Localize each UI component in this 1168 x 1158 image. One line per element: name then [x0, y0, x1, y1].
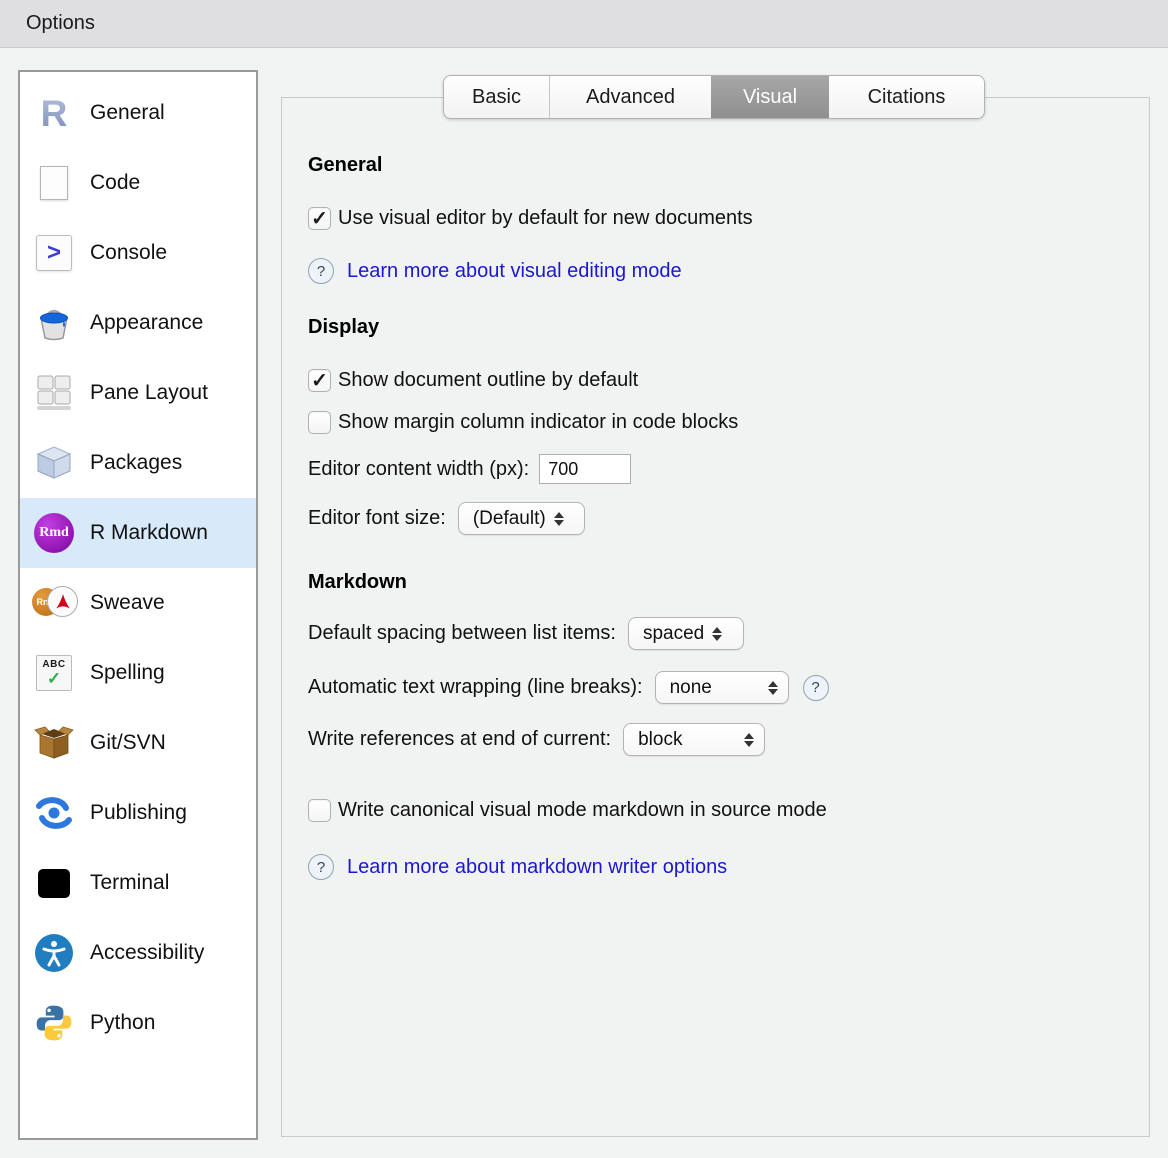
help-icon[interactable]: ? [308, 258, 334, 284]
list-spacing-select[interactable]: spaced [628, 617, 744, 650]
sidebar-item-label: Sweave [90, 591, 165, 615]
learn-more-markdown-writer-link[interactable]: Learn more about markdown writer options [347, 856, 727, 879]
text-wrapping-select[interactable]: none [655, 671, 789, 704]
tab-visual[interactable]: Visual [711, 76, 829, 118]
editor-font-size-value: (Default) [473, 508, 546, 530]
paint-bucket-icon [32, 301, 76, 345]
rmarkdown-icon: Rmd [32, 511, 76, 555]
use-visual-editor-checkbox[interactable]: ✓ [308, 207, 331, 230]
section-heading-general: General [308, 154, 1128, 177]
show-margin-row: Show margin column indicator in code blo… [308, 411, 1128, 434]
sidebar-item-python[interactable]: Python [20, 988, 256, 1058]
sidebar-item-label: Appearance [90, 311, 203, 335]
write-references-value: block [638, 729, 682, 751]
text-wrapping-row: Automatic text wrapping (line breaks): n… [308, 671, 1128, 704]
dialog-title: Options [26, 12, 95, 35]
dialog-title-bar: Options [0, 0, 1168, 48]
sidebar-item-label: Terminal [90, 871, 169, 895]
tab-basic[interactable]: Basic [444, 76, 550, 118]
show-outline-label: Show document outline by default [338, 369, 638, 392]
options-category-sidebar: R General Code > Console [18, 70, 258, 1140]
learn-more-visual-editing-link[interactable]: Learn more about visual editing mode [347, 260, 682, 283]
sidebar-item-console[interactable]: > Console [20, 218, 256, 288]
code-document-icon [32, 161, 76, 205]
sidebar-item-packages[interactable]: Packages [20, 428, 256, 498]
options-dialog: Options R General Code > Console [0, 0, 1168, 1158]
sidebar-item-label: Packages [90, 451, 182, 475]
accessibility-icon [32, 931, 76, 975]
sidebar-item-label: R Markdown [90, 521, 208, 545]
canonical-markdown-label: Write canonical visual mode markdown in … [338, 799, 827, 822]
section-heading-markdown: Markdown [308, 571, 1128, 594]
console-icon: > [32, 231, 76, 275]
sidebar-item-label: Code [90, 171, 140, 195]
sidebar-item-label: Python [90, 1011, 155, 1035]
git-svn-box-icon [32, 721, 76, 765]
pane-layout-icon [32, 371, 76, 415]
sidebar-item-accessibility[interactable]: Accessibility [20, 918, 256, 988]
editor-font-size-select[interactable]: (Default) [458, 502, 585, 535]
list-spacing-value: spaced [643, 623, 704, 645]
sidebar-item-publishing[interactable]: Publishing [20, 778, 256, 848]
use-visual-editor-row: ✓ Use visual editor by default for new d… [308, 207, 1128, 230]
editor-content-width-row: Editor content width (px): [308, 454, 1128, 484]
editor-content-width-label: Editor content width (px): [308, 458, 529, 481]
show-margin-checkbox[interactable] [308, 411, 331, 434]
markdown-writer-help-row: ? Learn more about markdown writer optio… [308, 854, 1128, 880]
show-margin-label: Show margin column indicator in code blo… [338, 411, 738, 434]
terminal-icon [32, 861, 76, 905]
use-visual-editor-label: Use visual editor by default for new doc… [338, 207, 753, 230]
write-references-row: Write references at end of current: bloc… [308, 723, 1128, 756]
panel-tab-bar: Basic Advanced Visual Citations [443, 75, 985, 119]
select-arrows-icon [768, 681, 778, 695]
publishing-icon [32, 791, 76, 835]
editor-font-size-row: Editor font size: (Default) [308, 502, 1128, 535]
write-references-select[interactable]: block [623, 723, 765, 756]
canonical-markdown-checkbox[interactable] [308, 799, 331, 822]
tab-citations[interactable]: Citations [829, 76, 984, 118]
editor-content-width-input[interactable] [539, 454, 631, 484]
help-icon[interactable]: ? [803, 675, 829, 701]
text-wrapping-label: Automatic text wrapping (line breaks): [308, 676, 643, 699]
r-logo-icon: R [32, 91, 76, 135]
options-panel: General ✓ Use visual editor by default f… [281, 97, 1150, 1137]
sidebar-item-label: Git/SVN [90, 731, 166, 755]
sweave-icon: Rnw [32, 581, 76, 625]
sidebar-item-general[interactable]: R General [20, 78, 256, 148]
tab-advanced[interactable]: Advanced [550, 76, 711, 118]
canonical-markdown-row: Write canonical visual mode markdown in … [308, 799, 1128, 822]
sidebar-item-label: Publishing [90, 801, 187, 825]
sidebar-item-pane-layout[interactable]: Pane Layout [20, 358, 256, 428]
sidebar-item-r-markdown[interactable]: Rmd R Markdown [20, 498, 256, 568]
select-arrows-icon [744, 733, 754, 747]
list-spacing-row: Default spacing between list items: spac… [308, 617, 1128, 650]
sidebar-item-label: Console [90, 241, 167, 265]
select-arrows-icon [712, 627, 722, 641]
help-icon[interactable]: ? [308, 854, 334, 880]
spelling-icon: ABC ✓ [32, 651, 76, 695]
pdf-icon [51, 590, 75, 614]
sidebar-item-sweave[interactable]: Rnw Sweave [20, 568, 256, 638]
editor-font-size-label: Editor font size: [308, 507, 446, 530]
select-arrows-icon [554, 512, 564, 526]
sidebar-item-git-svn[interactable]: Git/SVN [20, 708, 256, 778]
sidebar-item-appearance[interactable]: Appearance [20, 288, 256, 358]
package-cube-icon [32, 441, 76, 485]
list-spacing-label: Default spacing between list items: [308, 622, 616, 645]
sidebar-item-label: Pane Layout [90, 381, 208, 405]
sidebar-item-label: General [90, 101, 165, 125]
sidebar-item-code[interactable]: Code [20, 148, 256, 218]
sidebar-item-label: Accessibility [90, 941, 204, 965]
write-references-label: Write references at end of current: [308, 728, 611, 751]
visual-editing-help-row: ? Learn more about visual editing mode [308, 258, 1128, 284]
section-heading-display: Display [308, 316, 1128, 339]
show-outline-row: ✓ Show document outline by default [308, 369, 1128, 392]
visual-tab-content: General ✓ Use visual editor by default f… [308, 98, 1128, 880]
sidebar-item-spelling[interactable]: ABC ✓ Spelling [20, 638, 256, 708]
sidebar-item-terminal[interactable]: Terminal [20, 848, 256, 918]
sidebar-item-label: Spelling [90, 661, 165, 685]
show-outline-checkbox[interactable]: ✓ [308, 369, 331, 392]
python-icon [32, 1001, 76, 1045]
text-wrapping-value: none [670, 677, 712, 699]
